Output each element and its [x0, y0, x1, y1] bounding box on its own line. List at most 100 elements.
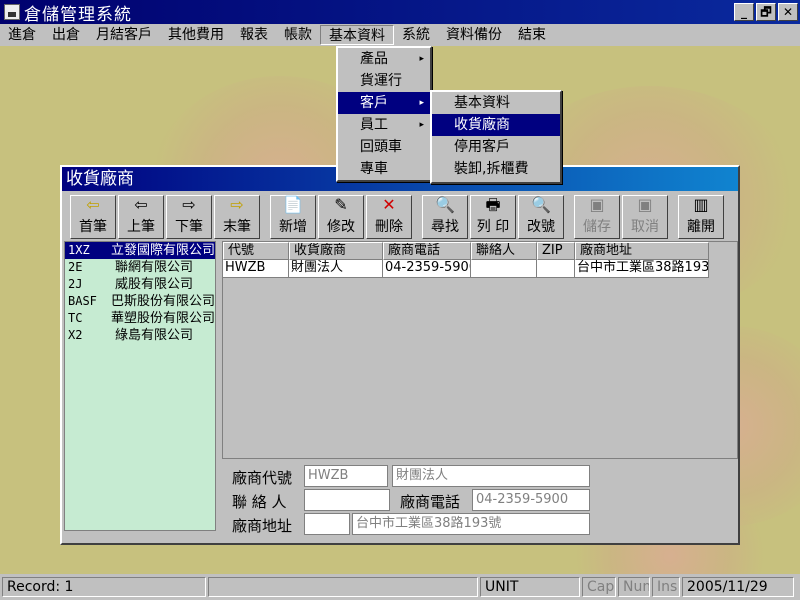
menu-item-employees[interactable]: 員工 ▸ [338, 114, 430, 136]
column-header[interactable]: ZIP [537, 242, 575, 260]
list-item[interactable]: BASF 巴斯股份有限公司 [65, 293, 215, 310]
submenu-item-inactive-customers[interactable]: 停用客戶 [432, 136, 560, 158]
submenu-item-loading-fees[interactable]: 裝卸,拆櫃費 [432, 158, 560, 180]
menu-reports[interactable]: 報表 [232, 25, 276, 45]
status-unit: UNIT [480, 577, 580, 597]
arrow-left-icon: ⇦ [86, 195, 100, 214]
next-record-button[interactable]: ⇨ 下筆 [166, 195, 212, 239]
submenu-arrow-icon: ▸ [419, 54, 424, 64]
menu-item-customers[interactable]: 客戶 ▸ [338, 92, 430, 114]
new-document-icon: 📄 [283, 195, 303, 214]
table-cell[interactable]: HWZB [223, 260, 289, 278]
status-num: Num [618, 577, 650, 597]
table-cell[interactable]: 04-2359-5900 [383, 260, 471, 278]
address-field[interactable]: 台中市工業區38路193號 [352, 513, 590, 535]
table-cell[interactable]: 財團法人 [289, 260, 383, 278]
address-label: 廠商地址 [232, 517, 293, 535]
status-bar: Record: 1 UNIT Caps Num Ins 2005/11/29 [0, 574, 800, 600]
menu-system[interactable]: 系統 [394, 25, 438, 45]
app-icon[interactable] [4, 4, 20, 20]
status-date: 2005/11/29 [682, 577, 794, 597]
menu-stock-out[interactable]: 出倉 [44, 25, 88, 45]
customer-list[interactable]: 1XZ 立發國際有限公司 2E 聯網有限公司 2J 威股有限公司 BASF 巴斯股份有限… [64, 241, 216, 531]
arrow-right-icon: ⇨ [230, 195, 244, 214]
menu-item-products[interactable]: 產品 ▸ [338, 48, 430, 70]
table-cell[interactable]: 台中市工業區38路193號 [575, 260, 709, 278]
vendor-form: 廠商代號 HWZB 財團法人 聯 絡 人 廠商電話 04-2359-5900 廠… [222, 465, 742, 539]
list-item[interactable]: X2 綠島有限公司 [65, 327, 215, 344]
app-title: 倉儲管理系統 [24, 4, 132, 25]
search-icon: 🔍 [531, 195, 551, 214]
delete-button[interactable]: ✕ 刪除 [366, 195, 412, 239]
edit-icon: ✎ [334, 195, 348, 214]
list-item[interactable]: 2E 聯網有限公司 [65, 259, 215, 276]
menu-item-dedicated-truck[interactable]: 專車 [338, 158, 430, 180]
menu-backup[interactable]: 資料備份 [438, 25, 510, 45]
print-button[interactable]: 🖶 列 印 [470, 195, 516, 239]
menu-bar: 進倉 出倉 月結客戶 其他費用 報表 帳款 基本資料 系統 資料備份 結束 [0, 24, 800, 46]
vendor-grid[interactable]: 代號 收貨廠商 廠商電話 聯絡人 ZIP 廠商地址 HWZB 財團法人 04-2… [222, 241, 738, 459]
title-bar: 倉儲管理系統 _ 🗗 ✕ [0, 0, 800, 25]
list-item[interactable]: 2J 威股有限公司 [65, 276, 215, 293]
grid-header: 代號 收貨廠商 廠商電話 聯絡人 ZIP 廠商地址 [223, 242, 737, 260]
submenu-arrow-icon: ▸ [419, 120, 424, 130]
column-header[interactable]: 廠商電話 [383, 242, 471, 260]
save-button[interactable]: ▣ 儲存 [574, 195, 620, 239]
phone-label: 廠商電話 [400, 493, 461, 511]
status-record: Record: 1 [2, 577, 206, 597]
submenu-item-basic-data[interactable]: 基本資料 [432, 92, 560, 114]
cancel-icon: ▣ [637, 195, 653, 214]
first-record-button[interactable]: ⇦ 首筆 [70, 195, 116, 239]
submenu-arrow-icon: ▸ [419, 98, 424, 108]
table-cell[interactable] [537, 260, 575, 278]
vendor-window: 收貨廠商 ⇦ 首筆 ⇦ 上筆 ⇨ 下筆 ⇨ 末筆 📄 新增 ✎ 修改 ✕ 刪除 🔍 尋找 🖶 列 … [60, 165, 740, 545]
menu-accounts[interactable]: 帳款 [276, 25, 320, 45]
vendor-code-field[interactable]: HWZB [304, 465, 388, 487]
menu-monthly-customers[interactable]: 月結客戶 [88, 25, 160, 45]
menu-item-freight[interactable]: 貨運行 [338, 70, 430, 92]
save-icon: ▣ [589, 195, 605, 214]
exit-button[interactable]: ▥ 離開 [678, 195, 724, 239]
table-cell[interactable] [471, 260, 537, 278]
column-header[interactable]: 代號 [223, 242, 289, 260]
zip-field[interactable] [304, 513, 350, 535]
contact-field[interactable] [304, 489, 390, 511]
submenu-item-consignees[interactable]: 收貨廠商 [432, 114, 560, 136]
arrow-right-icon: ⇨ [182, 195, 196, 214]
status-caps: Caps [582, 577, 616, 597]
table-row[interactable]: HWZB 財團法人 04-2359-5900 台中市工業區38路193號 [223, 260, 737, 278]
vendor-code-label: 廠商代號 [232, 469, 293, 487]
restore-button[interactable]: 🗗 [756, 3, 776, 21]
customer-submenu: 基本資料 收貨廠商 停用客戶 裝卸,拆櫃費 [430, 90, 562, 184]
edit-button[interactable]: ✎ 修改 [318, 195, 364, 239]
cancel-button[interactable]: ▣ 取消 [622, 195, 668, 239]
prev-record-button[interactable]: ⇦ 上筆 [118, 195, 164, 239]
list-item[interactable]: TC 華塑股份有限公司 [65, 310, 215, 327]
close-button[interactable]: ✕ [778, 3, 798, 21]
list-item[interactable]: 1XZ 立發國際有限公司 [65, 242, 215, 259]
contact-label: 聯 絡 人 [232, 493, 287, 511]
printer-icon: 🖶 [485, 195, 501, 214]
column-header[interactable]: 收貨廠商 [289, 242, 383, 260]
menu-basic-data[interactable]: 基本資料 [320, 25, 394, 45]
status-empty [208, 577, 478, 597]
vendor-name-field[interactable]: 財團法人 [392, 465, 590, 487]
menu-exit[interactable]: 結束 [510, 25, 554, 45]
exit-icon: ▥ [693, 195, 709, 214]
column-header[interactable]: 廠商地址 [575, 242, 709, 260]
search-icon: 🔍 [435, 195, 455, 214]
find-button[interactable]: 🔍 尋找 [422, 195, 468, 239]
renumber-button[interactable]: 🔍 改號 [518, 195, 564, 239]
phone-field[interactable]: 04-2359-5900 [472, 489, 590, 511]
arrow-left-icon: ⇦ [134, 195, 148, 214]
basic-data-menu: 產品 ▸ 貨運行 客戶 ▸ 員工 ▸ 回頭車 專車 [336, 46, 432, 182]
last-record-button[interactable]: ⇨ 末筆 [214, 195, 260, 239]
minimize-button[interactable]: _ [734, 3, 754, 21]
menu-item-return-truck[interactable]: 回頭車 [338, 136, 430, 158]
add-button[interactable]: 📄 新增 [270, 195, 316, 239]
menu-stock-in[interactable]: 進倉 [0, 25, 44, 45]
status-ins: Ins [652, 577, 680, 597]
menu-other-fees[interactable]: 其他費用 [160, 25, 232, 45]
column-header[interactable]: 聯絡人 [471, 242, 537, 260]
delete-icon: ✕ [382, 195, 396, 214]
